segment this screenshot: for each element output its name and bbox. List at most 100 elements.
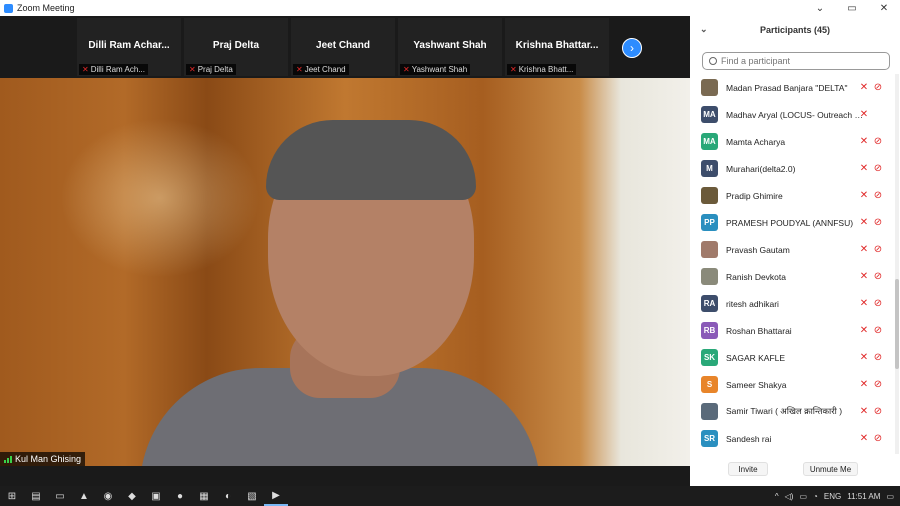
muted-mic-icon: ✕ bbox=[859, 190, 869, 201]
avatar: MA bbox=[701, 106, 718, 123]
tile-name: Krishna Bhattar... bbox=[515, 40, 599, 51]
participant-name: Sameer Shakya bbox=[726, 379, 787, 390]
start-icon[interactable]: ⊞ bbox=[0, 486, 24, 506]
participant-row[interactable]: RA ritesh adhikari ✕ ⊘ bbox=[690, 290, 896, 317]
network-icon[interactable]: ◔ bbox=[813, 492, 818, 501]
participant-name: Pravash Gautam bbox=[726, 244, 790, 255]
video-off-icon: ⊘ bbox=[873, 325, 883, 336]
video-off-icon: ⊘ bbox=[873, 244, 883, 255]
avatar: RB bbox=[701, 322, 718, 339]
close-button[interactable]: ✕ bbox=[868, 0, 900, 16]
speaker-name: Kul Man Ghising bbox=[15, 454, 82, 464]
taskbar-app-icon[interactable]: ● bbox=[168, 486, 192, 506]
tile-name: Praj Delta bbox=[212, 40, 260, 51]
minimize-button[interactable]: ⌄ bbox=[804, 0, 836, 16]
avatar bbox=[701, 241, 718, 258]
participant-row[interactable]: MA Madhav Aryal (LOCUS- Outreach M... ✕ bbox=[690, 101, 896, 128]
video-tile[interactable]: Jeet Chand ✕ Jeet Chand bbox=[291, 18, 395, 76]
participant-name: Pradip Ghimire bbox=[726, 190, 783, 201]
taskbar-app-icon[interactable]: ◐ bbox=[216, 486, 240, 506]
muted-mic-icon: ✕ bbox=[403, 65, 410, 74]
video-tile[interactable]: Praj Delta ✕ Praj Delta bbox=[184, 18, 288, 76]
window-titlebar: Zoom Meeting bbox=[0, 0, 690, 16]
participant-name: Madan Prasad Banjara "DELTA" bbox=[726, 82, 848, 93]
collapse-icon[interactable]: ⌄ bbox=[700, 24, 708, 35]
avatar: PP bbox=[701, 214, 718, 231]
participant-row[interactable]: SR Sandesh rai ✕ ⊘ bbox=[690, 425, 896, 452]
participant-row[interactable]: Pradip Ghimire ✕ ⊘ bbox=[690, 182, 896, 209]
avatar: MA bbox=[701, 133, 718, 150]
tile-name: Jeet Chand bbox=[316, 40, 370, 51]
video-off-icon: ⊘ bbox=[873, 352, 883, 363]
clock[interactable]: 11:51 AM bbox=[847, 492, 880, 501]
participant-list: Madan Prasad Banjara "DELTA" ✕ ⊘ MA Madhav A… bbox=[690, 74, 896, 454]
speaker-name-tag: Kul Man Ghising bbox=[0, 452, 86, 466]
taskbar-app-icon[interactable]: ▧ bbox=[240, 486, 264, 506]
video-tile[interactable]: Krishna Bhattar... ✕ Krishna Bhatt... bbox=[505, 18, 609, 76]
scrollbar-thumb[interactable] bbox=[895, 279, 899, 369]
muted-mic-icon: ✕ bbox=[189, 65, 196, 74]
participant-row[interactable]: Ranish Devkota ✕ ⊘ bbox=[690, 263, 896, 290]
signal-bars-icon bbox=[4, 455, 12, 463]
active-speaker-video: Kul Man Ghising bbox=[0, 78, 690, 466]
video-off-icon: ⊘ bbox=[873, 271, 883, 282]
muted-mic-icon: ✕ bbox=[859, 82, 869, 93]
unmute-me-button[interactable]: Unmute Me bbox=[803, 462, 858, 476]
participant-row[interactable]: Madan Prasad Banjara "DELTA" ✕ ⊘ bbox=[690, 74, 896, 101]
video-tile[interactable]: Yashwant Shah ✕ Yashwant Shah bbox=[398, 18, 502, 76]
window-title: Zoom Meeting bbox=[17, 3, 75, 13]
taskbar-app-icon[interactable]: ▦ bbox=[192, 486, 216, 506]
taskbar-app-icon[interactable]: ▤ bbox=[24, 486, 48, 506]
participants-title: Participants (45) bbox=[759, 25, 831, 35]
next-page-icon[interactable]: › bbox=[622, 38, 642, 58]
participant-row[interactable]: MA Mamta Acharya ✕ ⊘ bbox=[690, 128, 896, 155]
taskbar-app-icon[interactable]: ▶ bbox=[264, 486, 288, 506]
participant-scrollbar[interactable] bbox=[895, 74, 899, 454]
invite-button[interactable]: Invite bbox=[728, 462, 768, 476]
taskbar-app-icon[interactable]: ▣ bbox=[144, 486, 168, 506]
participant-name: Mamta Acharya bbox=[726, 136, 786, 147]
notification-icon[interactable]: ▭ bbox=[886, 492, 894, 501]
muted-mic-icon: ✕ bbox=[859, 433, 869, 444]
muted-mic-icon: ✕ bbox=[859, 271, 869, 282]
muted-mic-icon: ✕ bbox=[859, 109, 869, 120]
search-icon bbox=[709, 57, 717, 65]
participant-search[interactable] bbox=[702, 52, 890, 70]
participant-name: Sandesh rai bbox=[726, 433, 772, 444]
participant-row[interactable]: PP PRAMESH POUDYAL (ANNFSU) ✕ ⊘ bbox=[690, 209, 896, 236]
maximize-button[interactable]: ▭ bbox=[836, 0, 868, 16]
zoom-app-icon bbox=[4, 3, 13, 13]
participant-row[interactable]: Samir Tiwari ( अखिल क्रान्तिकारी ) ✕ ⊘ bbox=[690, 398, 896, 425]
battery-icon[interactable]: ▭ bbox=[799, 492, 807, 501]
muted-mic-icon: ✕ bbox=[859, 217, 869, 228]
participant-row[interactable]: RB Roshan Bhattarai ✕ ⊘ bbox=[690, 317, 896, 344]
participant-row[interactable]: S Sameer Shakya ✕ ⊘ bbox=[690, 371, 896, 398]
volume-icon[interactable]: ◁) bbox=[785, 492, 794, 501]
tile-name: Yashwant Shah bbox=[413, 40, 487, 51]
participant-row[interactable]: SK SAGAR KAFLE ✕ ⊘ bbox=[690, 344, 896, 371]
tray-caret-icon[interactable]: ^ bbox=[775, 492, 779, 501]
video-off-icon: ⊘ bbox=[873, 217, 883, 228]
avatar bbox=[701, 79, 718, 96]
video-off-icon: ⊘ bbox=[873, 433, 883, 444]
participants-header: ⌄ Participants (45) bbox=[690, 16, 900, 44]
meeting-controls-bar bbox=[0, 466, 690, 486]
tile-label: ✕ Praj Delta bbox=[186, 64, 236, 75]
participant-name: Madhav Aryal (LOCUS- Outreach M... bbox=[726, 109, 866, 120]
participant-name: Roshan Bhattarai bbox=[726, 325, 792, 336]
video-off-icon: ⊘ bbox=[873, 406, 883, 417]
tile-label: ✕ Yashwant Shah bbox=[400, 64, 471, 75]
taskbar-app-icon[interactable]: ◆ bbox=[120, 486, 144, 506]
video-tile[interactable]: Dilli Ram Achar... ✕ Dilli Ram Ach... bbox=[77, 18, 181, 76]
video-off-icon: ⊘ bbox=[873, 190, 883, 201]
taskbar-app-icon[interactable]: ▭ bbox=[48, 486, 72, 506]
avatar bbox=[701, 268, 718, 285]
taskbar-app-icon[interactable]: ▲ bbox=[72, 486, 96, 506]
participant-row[interactable]: M Murahari(delta2.0) ✕ ⊘ bbox=[690, 155, 896, 182]
windows-taskbar: ⊞ ▤ ▭ ▲ ◉ ◆ ▣ ● ▦ ◐ ▧ ▶ ^ ◁) ▭ ◔ ENG 11:51 AM ▭ bbox=[0, 486, 900, 506]
language-indicator[interactable]: ENG bbox=[824, 492, 841, 501]
search-input[interactable] bbox=[721, 56, 881, 66]
tile-label: ✕ Krishna Bhatt... bbox=[507, 64, 577, 75]
participant-row[interactable]: Pravash Gautam ✕ ⊘ bbox=[690, 236, 896, 263]
taskbar-app-icon[interactable]: ◉ bbox=[96, 486, 120, 506]
